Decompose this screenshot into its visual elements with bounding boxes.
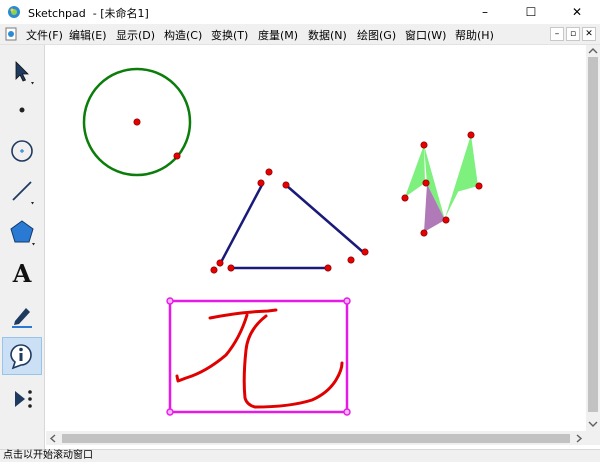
window-title: Sketchpad - [未命名1] — [28, 7, 149, 20]
scroll-up-icon[interactable] — [588, 47, 598, 55]
marker-pen-icon — [12, 308, 32, 328]
information-icon — [10, 344, 32, 370]
sketch-canvas[interactable] — [46, 45, 586, 431]
vertical-scroll-thumb[interactable] — [588, 57, 598, 412]
doc-close-button[interactable]: ✕ — [582, 27, 596, 41]
doc-minimize-icon: – — [554, 29, 560, 39]
arrow-select-icon — [15, 61, 34, 85]
doc-minimize-button[interactable]: – — [550, 27, 564, 41]
polygon-icon — [10, 220, 35, 246]
straightedge-icon — [12, 181, 34, 205]
sketchpad-app-icon — [8, 6, 20, 18]
straightedge-tool[interactable] — [2, 172, 42, 210]
document-icon[interactable] — [5, 27, 17, 41]
scroll-right-icon[interactable] — [575, 434, 583, 443]
status-text: 点击以开始滚动窗口 — [3, 450, 93, 461]
menu-graph[interactable]: 绘图(G) — [357, 27, 396, 43]
close-button[interactable]: ✕ — [554, 0, 600, 24]
menu-data[interactable]: 数据(N) — [308, 27, 347, 43]
menu-edit[interactable]: 编辑(E) — [69, 27, 107, 43]
scroll-down-icon[interactable] — [588, 420, 598, 428]
menu-construct[interactable]: 构造(C) — [164, 27, 202, 43]
compass-circle-icon — [11, 140, 33, 162]
arrow-select-tool[interactable] — [2, 52, 42, 90]
menu-transform[interactable]: 变换(T) — [211, 27, 248, 43]
scroll-left-icon[interactable] — [49, 434, 57, 443]
information-tool[interactable] — [2, 337, 42, 375]
marker-tool[interactable] — [2, 296, 42, 334]
custom-tool-icon — [15, 390, 32, 408]
close-icon: ✕ — [571, 5, 583, 19]
menu-display[interactable]: 显示(D) — [116, 27, 155, 43]
menu-measure[interactable]: 度量(M) — [258, 27, 298, 43]
doc-restore-button[interactable]: ▫ — [566, 27, 580, 41]
doc-restore-icon: ▫ — [569, 29, 577, 39]
minimize-icon: – — [482, 5, 488, 19]
text-tool[interactable]: A — [2, 254, 42, 292]
menu-help[interactable]: 帮助(H) — [455, 27, 494, 43]
scrollbar-corner — [586, 431, 600, 445]
text-tool-icon: A — [12, 258, 32, 288]
menu-file[interactable]: 文件(F) — [26, 27, 63, 43]
compass-tool[interactable] — [2, 132, 42, 170]
point-icon — [19, 107, 25, 113]
maximize-button[interactable]: ☐ — [508, 0, 554, 24]
custom-tool[interactable] — [2, 380, 42, 418]
polygon-tool[interactable] — [2, 213, 42, 251]
maximize-icon: ☐ — [525, 5, 537, 19]
minimize-button[interactable]: – — [462, 0, 508, 24]
point-tool[interactable] — [2, 91, 42, 129]
doc-close-icon: ✕ — [585, 29, 593, 39]
menu-window[interactable]: 窗口(W) — [405, 27, 446, 43]
horizontal-scroll-thumb[interactable] — [62, 434, 570, 443]
